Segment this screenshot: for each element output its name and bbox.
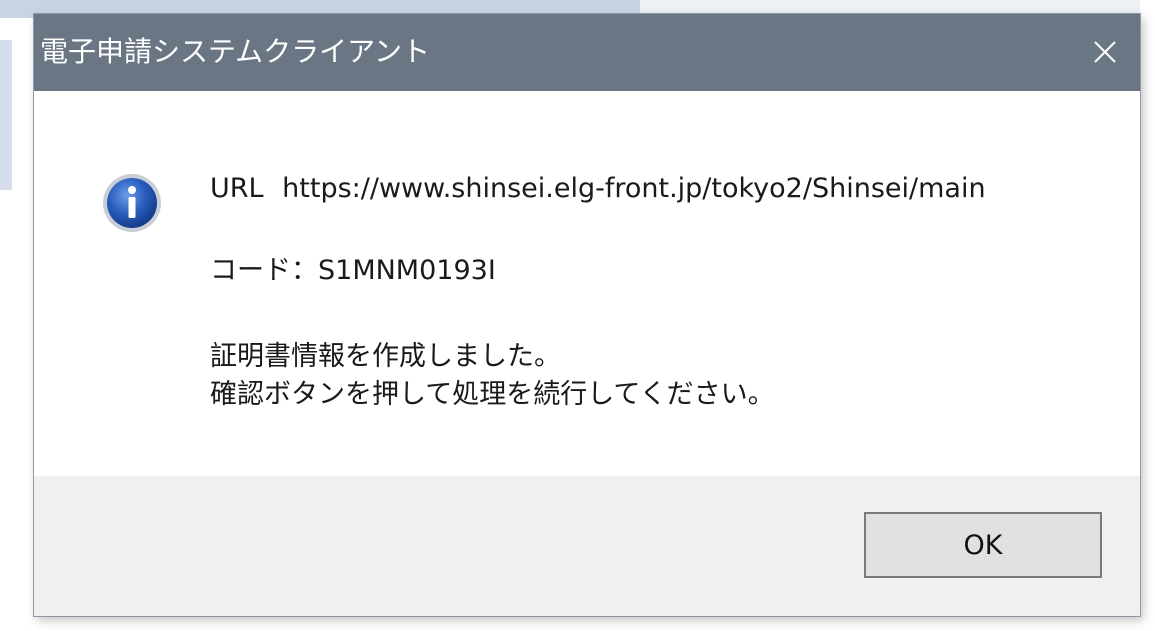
ok-button[interactable]: OK: [864, 512, 1102, 578]
url-label: URL: [210, 173, 264, 204]
code-line: コード：S1MNM0193I: [210, 255, 496, 286]
message-line-2: 確認ボタンを押して処理を続行してください。: [210, 379, 775, 410]
background-window-side: [0, 40, 12, 190]
close-button[interactable]: [1070, 14, 1140, 91]
url-value: https://www.shinsei.elg-front.jp/tokyo2/…: [282, 173, 986, 204]
dialog-title: 電子申請システムクライアント: [40, 35, 431, 68]
close-icon: [1094, 41, 1116, 63]
dialog-titlebar[interactable]: 電子申請システムクライアント: [34, 14, 1140, 91]
dialog-content: URL https://www.shinsei.elg-front.jp/tok…: [34, 91, 1140, 476]
message-line-1: 証明書情報を作成しました。: [210, 341, 561, 372]
url-line: URL https://www.shinsei.elg-front.jp/tok…: [210, 171, 986, 207]
info-icon: [103, 174, 161, 232]
message-dialog: 電子申請システムクライアント URL https://www.shinsei.e…: [34, 14, 1140, 616]
dialog-footer: OK: [34, 476, 1140, 616]
